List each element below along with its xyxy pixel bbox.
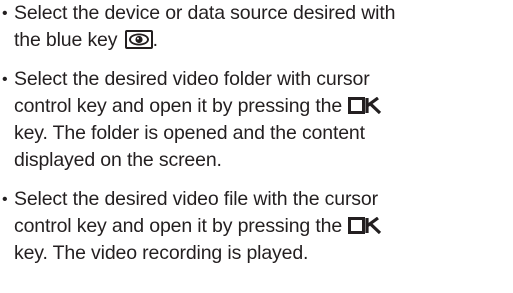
- bullet-line: Select the desired video folder with cur…: [14, 68, 370, 90]
- instruction-document: • Select the device or data source desir…: [0, 0, 513, 293]
- bullet-line: key. The folder is opened and the conten…: [14, 122, 365, 144]
- bullet-period: .: [152, 29, 158, 51]
- ok-key-icon: [348, 217, 384, 234]
- bullet-line: control key and open it by pressing the: [14, 215, 343, 237]
- ok-key-icon: [348, 97, 384, 114]
- list-item-select-folder: • Select the desired video folder with c…: [0, 66, 513, 174]
- eye-icon: [124, 30, 153, 49]
- bullet-line: displayed on the screen.: [14, 149, 222, 171]
- instruction-list: • Select the device or data source desir…: [0, 0, 513, 267]
- list-item-select-file: • Select the desired video file with the…: [0, 186, 513, 267]
- list-item-select-source: • Select the device or data source desir…: [0, 0, 513, 54]
- bullet-line: Select the desired video file with the c…: [14, 188, 378, 210]
- bullet-marker: •: [2, 191, 8, 208]
- bullet-line: Select the device or data source desired…: [14, 2, 396, 24]
- bullet-marker: •: [2, 71, 8, 88]
- bullet-line: key. The video recording is played.: [14, 242, 309, 264]
- bullet-line: the blue key: [14, 29, 118, 51]
- bullet-marker: •: [2, 5, 8, 22]
- bullet-line: control key and open it by pressing the: [14, 95, 343, 117]
